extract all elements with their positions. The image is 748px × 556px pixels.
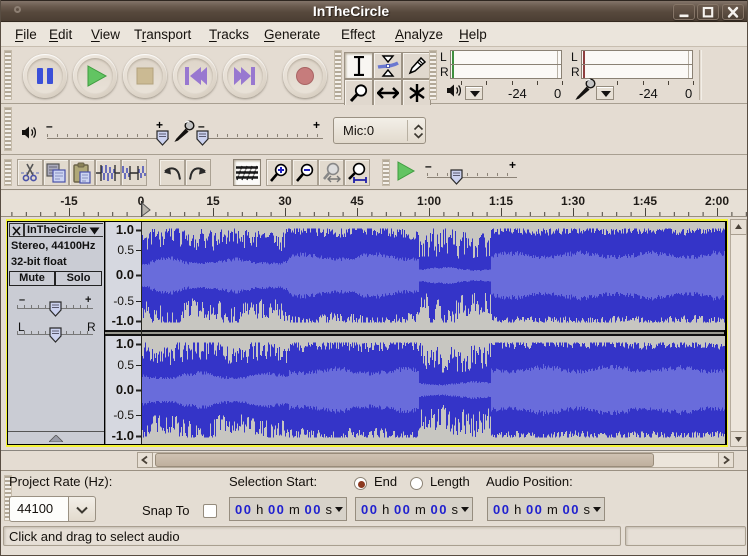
svg-text:1.0: 1.0 bbox=[116, 336, 134, 351]
svg-text:1:45: 1:45 bbox=[633, 194, 657, 208]
svg-text:-15: -15 bbox=[60, 194, 78, 208]
svg-text:2:00: 2:00 bbox=[705, 194, 729, 208]
svg-text:45: 45 bbox=[350, 194, 364, 208]
svg-text:15: 15 bbox=[206, 194, 220, 208]
svg-text:-0.5: -0.5 bbox=[113, 408, 134, 422]
svg-text:-1.0: -1.0 bbox=[112, 313, 134, 328]
svg-text:1.0: 1.0 bbox=[116, 222, 134, 237]
svg-text:-0.5: -0.5 bbox=[113, 294, 134, 308]
svg-text:0.0: 0.0 bbox=[116, 267, 134, 282]
svg-text:0.5: 0.5 bbox=[117, 358, 134, 372]
svg-text:0.5: 0.5 bbox=[117, 243, 134, 257]
svg-text:1:30: 1:30 bbox=[561, 194, 585, 208]
svg-text:30: 30 bbox=[278, 194, 292, 208]
svg-text:0.0: 0.0 bbox=[116, 382, 134, 397]
svg-text:1:00: 1:00 bbox=[417, 194, 441, 208]
svg-text:1:15: 1:15 bbox=[489, 194, 513, 208]
svg-text:-1.0: -1.0 bbox=[112, 428, 134, 443]
